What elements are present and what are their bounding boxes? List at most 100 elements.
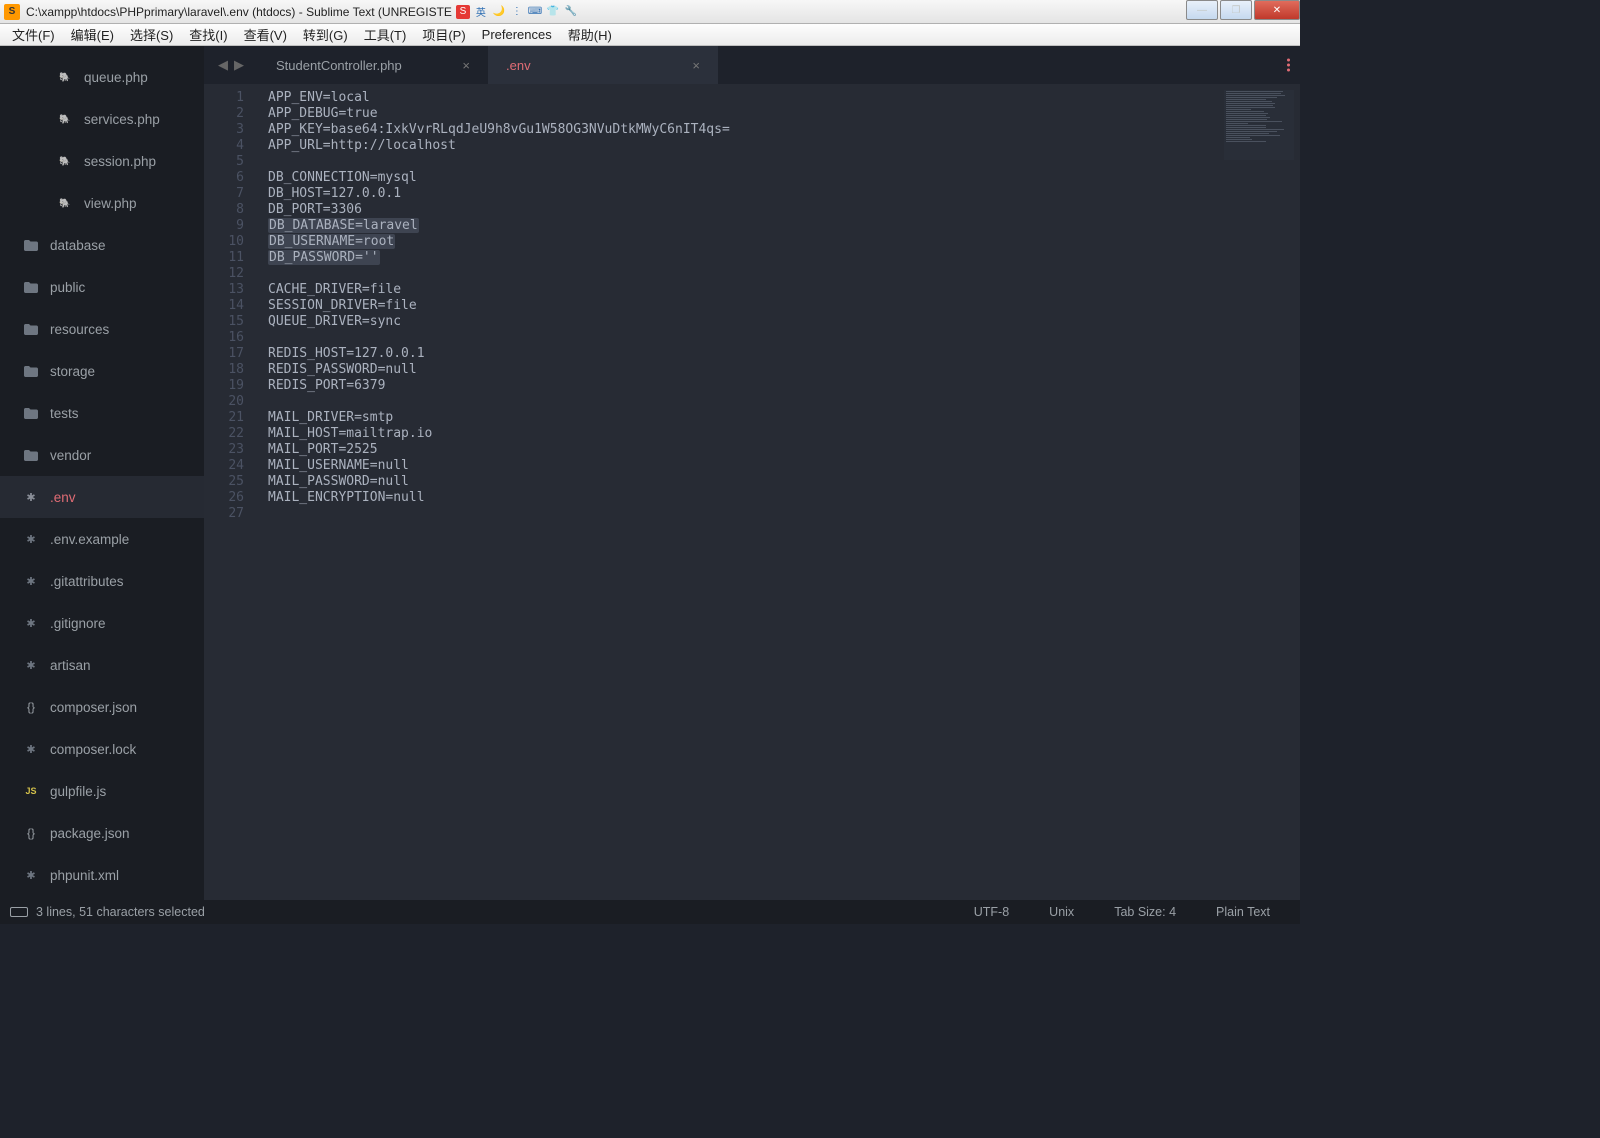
menu-project[interactable]: 项目(P) [414, 23, 473, 46]
code-line-5[interactable] [268, 154, 1300, 170]
code-line-4[interactable]: APP_URL=http://localhost [268, 138, 1300, 154]
menu-tools[interactable]: 工具(T) [356, 23, 415, 46]
sidebar-item-vendor[interactable]: vendor [0, 434, 204, 476]
tab-nav-arrows[interactable]: ◀ ▶ [204, 46, 258, 84]
sidebar-item-storage[interactable]: storage [0, 350, 204, 392]
code-line-24[interactable]: MAIL_USERNAME=null [268, 458, 1300, 474]
sidebar-item-label: tests [50, 406, 79, 421]
sidebar-item-gulpfile-js[interactable]: JSgulpfile.js [0, 770, 204, 812]
folder-icon [22, 240, 40, 251]
code-content[interactable]: APP_ENV=localAPP_DEBUG=trueAPP_KEY=base6… [256, 84, 1300, 900]
status-panel-icon[interactable] [10, 907, 28, 917]
status-tab-size[interactable]: Tab Size: 4 [1114, 905, 1176, 919]
code-line-7[interactable]: DB_HOST=127.0.0.1 [268, 186, 1300, 202]
php-icon: 🐘 [56, 156, 74, 167]
editor-area: ◀ ▶ StudentController.php × .env × 12345… [204, 46, 1300, 900]
menu-view[interactable]: 查看(V) [236, 23, 295, 46]
sidebar-item-label: view.php [84, 196, 137, 211]
menu-goto[interactable]: 转到(G) [295, 23, 356, 46]
folder-icon [22, 282, 40, 293]
sidebar-item-label: public [50, 280, 85, 295]
minimize-button[interactable]: — [1186, 0, 1218, 20]
sidebar-item--env[interactable]: ✱ .env [0, 476, 204, 518]
sidebar-item-queue-php[interactable]: 🐘queue.php [0, 56, 204, 98]
sidebar-item-label: composer.json [50, 700, 137, 715]
folder-icon [22, 450, 40, 461]
sidebar-item-session-php[interactable]: 🐘session.php [0, 140, 204, 182]
sidebar-item-composer-json[interactable]: {}composer.json [0, 686, 204, 728]
code-line-19[interactable]: REDIS_PORT=6379 [268, 378, 1300, 394]
sidebar-item-phpunit-xml[interactable]: ✱phpunit.xml [0, 854, 204, 896]
sidebar[interactable]: 🐘queue.php🐘services.php🐘session.php🐘view… [0, 46, 204, 900]
code-line-2[interactable]: APP_DEBUG=true [268, 106, 1300, 122]
sidebar-item-composer-lock[interactable]: ✱composer.lock [0, 728, 204, 770]
sidebar-item--gitattributes[interactable]: ✱.gitattributes [0, 560, 204, 602]
code-line-13[interactable]: CACHE_DRIVER=file [268, 282, 1300, 298]
sidebar-item-services-php[interactable]: 🐘services.php [0, 98, 204, 140]
sidebar-item-label: package.json [50, 826, 130, 841]
star-icon: ✱ [22, 491, 40, 504]
sidebar-item-tests[interactable]: tests [0, 392, 204, 434]
sidebar-item-label: .gitignore [50, 616, 106, 631]
code-line-23[interactable]: MAIL_PORT=2525 [268, 442, 1300, 458]
status-line-ending[interactable]: Unix [1049, 905, 1074, 919]
window-title: C:\xampp\htdocs\PHPprimary\laravel\.env … [26, 5, 452, 19]
code-line-11[interactable]: DB_PASSWORD='' [268, 250, 1300, 266]
close-button[interactable]: ✕ [1254, 0, 1300, 20]
tab-close-icon[interactable]: × [462, 58, 470, 73]
tab-close-icon[interactable]: × [692, 58, 700, 73]
tab-studentcontroller[interactable]: StudentController.php × [258, 46, 488, 84]
status-selection: 3 lines, 51 characters selected [36, 905, 205, 919]
sidebar-item--gitignore[interactable]: ✱ .gitignore [0, 602, 204, 644]
code-line-27[interactable] [268, 506, 1300, 522]
menu-selection[interactable]: 选择(S) [122, 23, 181, 46]
sidebar-item-database[interactable]: database [0, 224, 204, 266]
menu-help[interactable]: 帮助(H) [560, 23, 620, 46]
sidebar-item-label: .env.example [50, 532, 129, 547]
sidebar-item-public[interactable]: public [0, 266, 204, 308]
menu-preferences[interactable]: Preferences [474, 25, 560, 44]
code-line-17[interactable]: REDIS_HOST=127.0.0.1 [268, 346, 1300, 362]
code-line-21[interactable]: MAIL_DRIVER=smtp [268, 410, 1300, 426]
sidebar-item-artisan[interactable]: ✱artisan [0, 644, 204, 686]
status-encoding[interactable]: UTF-8 [974, 905, 1009, 919]
code-line-3[interactable]: APP_KEY=base64:IxkVvrRLqdJeU9h8vGu1W58OG… [268, 122, 1300, 138]
code-line-12[interactable] [268, 266, 1300, 282]
status-bar: 3 lines, 51 characters selected UTF-8 Un… [0, 900, 1300, 924]
code-line-8[interactable]: DB_PORT=3306 [268, 202, 1300, 218]
sidebar-item--env-example[interactable]: ✱.env.example [0, 518, 204, 560]
nav-forward-icon[interactable]: ▶ [234, 57, 244, 73]
star-icon: ✱ [22, 659, 40, 672]
menu-file[interactable]: 文件(F) [4, 23, 63, 46]
code-line-6[interactable]: DB_CONNECTION=mysql [268, 170, 1300, 186]
code-line-9[interactable]: DB_DATABASE=laravel [268, 218, 1300, 234]
code-line-10[interactable]: DB_USERNAME=root [268, 234, 1300, 250]
menu-edit[interactable]: 编辑(E) [63, 23, 122, 46]
code-line-18[interactable]: REDIS_PASSWORD=null [268, 362, 1300, 378]
tab-env[interactable]: .env × [488, 46, 718, 84]
sidebar-item-resources[interactable]: resources [0, 308, 204, 350]
code-line-20[interactable] [268, 394, 1300, 410]
nav-back-icon[interactable]: ◀ [218, 57, 228, 73]
code-line-1[interactable]: APP_ENV=local [268, 90, 1300, 106]
minimap[interactable] [1224, 90, 1294, 160]
code-line-14[interactable]: SESSION_DRIVER=file [268, 298, 1300, 314]
sidebar-item-view-php[interactable]: 🐘view.php [0, 182, 204, 224]
code-line-26[interactable]: MAIL_ENCRYPTION=null [268, 490, 1300, 506]
menu-find[interactable]: 查找(I) [181, 23, 235, 46]
star-icon: ✱ [22, 617, 40, 630]
code-line-22[interactable]: MAIL_HOST=mailtrap.io [268, 426, 1300, 442]
status-syntax[interactable]: Plain Text [1216, 905, 1270, 919]
star-icon: ✱ [22, 575, 40, 588]
tab-bar: ◀ ▶ StudentController.php × .env × [204, 46, 1300, 84]
sidebar-item-package-json[interactable]: {}package.json [0, 812, 204, 854]
code-line-25[interactable]: MAIL_PASSWORD=null [268, 474, 1300, 490]
tab-overflow-icon[interactable] [1287, 59, 1290, 72]
sidebar-item-label: .env [50, 490, 76, 505]
folder-icon [22, 324, 40, 335]
editor-body[interactable]: 1234567891011121314151617181920212223242… [204, 84, 1300, 900]
code-line-15[interactable]: QUEUE_DRIVER=sync [268, 314, 1300, 330]
code-line-16[interactable] [268, 330, 1300, 346]
maximize-button[interactable]: ❐ [1220, 0, 1252, 20]
menu-bar: 文件(F) 编辑(E) 选择(S) 查找(I) 查看(V) 转到(G) 工具(T… [0, 24, 1300, 46]
